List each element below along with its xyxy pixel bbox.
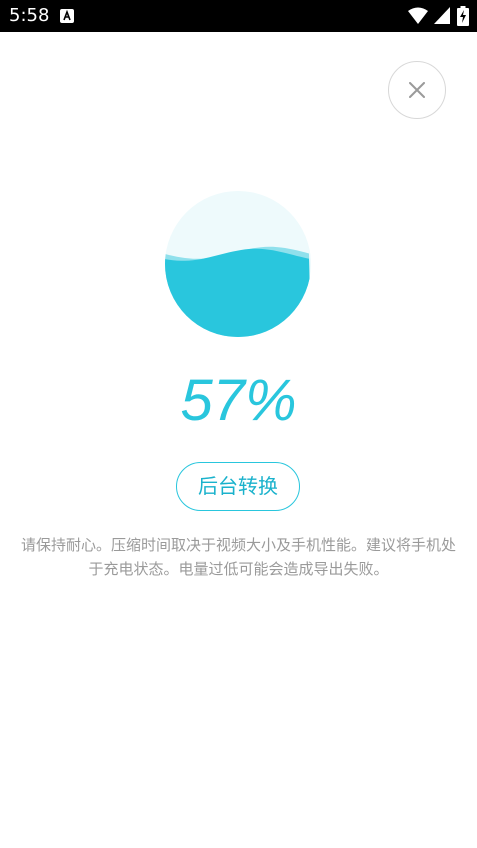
notice-text: 请保持耐心。压缩时间取决于视频大小及手机性能。建议将手机处于充电状态。电量过低可… bbox=[20, 536, 456, 578]
progress-percent: 57% bbox=[180, 368, 297, 433]
progress-orb bbox=[165, 191, 311, 337]
signal-icon bbox=[434, 7, 450, 24]
background-convert-button[interactable]: 后台转换 bbox=[176, 462, 300, 511]
wave-front bbox=[165, 248, 311, 337]
status-time: 5:58 bbox=[9, 5, 50, 26]
notification-a-icon bbox=[60, 9, 74, 23]
close-button[interactable] bbox=[388, 61, 446, 119]
battery-charging-icon bbox=[457, 6, 469, 26]
wifi-icon bbox=[408, 7, 428, 24]
close-icon bbox=[409, 82, 425, 98]
status-bar: 5:58 bbox=[0, 0, 477, 32]
